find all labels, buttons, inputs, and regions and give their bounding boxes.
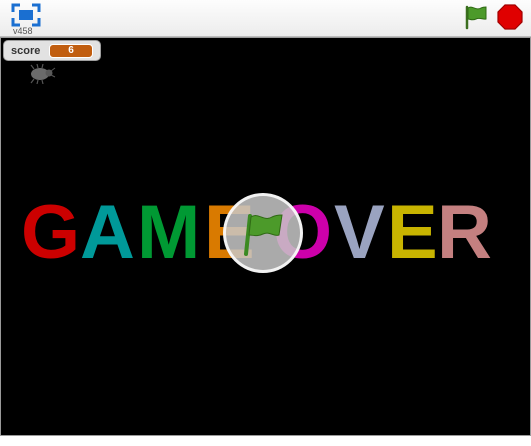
game-over-letter: M [137,190,201,275]
bug-icon[interactable] [26,63,56,85]
stop-sign-icon [497,4,523,30]
bottom-strip [0,436,531,446]
score-value: 6 [49,44,93,58]
score-variable-monitor: score 6 [3,40,101,61]
green-flag-button[interactable] [462,4,490,30]
game-over-letter: V [334,190,385,275]
stage[interactable]: score 6 GAMEOVER [1,38,530,435]
game-over-letter: G [21,190,81,275]
score-label: score [11,45,41,57]
game-over-letter: R [437,190,492,275]
fullscreen-icon [11,3,41,27]
game-over-letter: E [387,190,438,275]
fullscreen-button[interactable] [11,3,41,27]
play-overlay-button[interactable] [223,193,303,273]
green-flag-icon [465,5,487,30]
game-over-letter: A [80,190,135,275]
green-flag-icon [244,214,283,256]
player-toolbar: v458 [0,0,531,37]
stop-button[interactable] [497,4,523,30]
scratch-player: v458 score 6 GAMEOVER [0,0,531,446]
version-label: v458 [13,26,33,36]
